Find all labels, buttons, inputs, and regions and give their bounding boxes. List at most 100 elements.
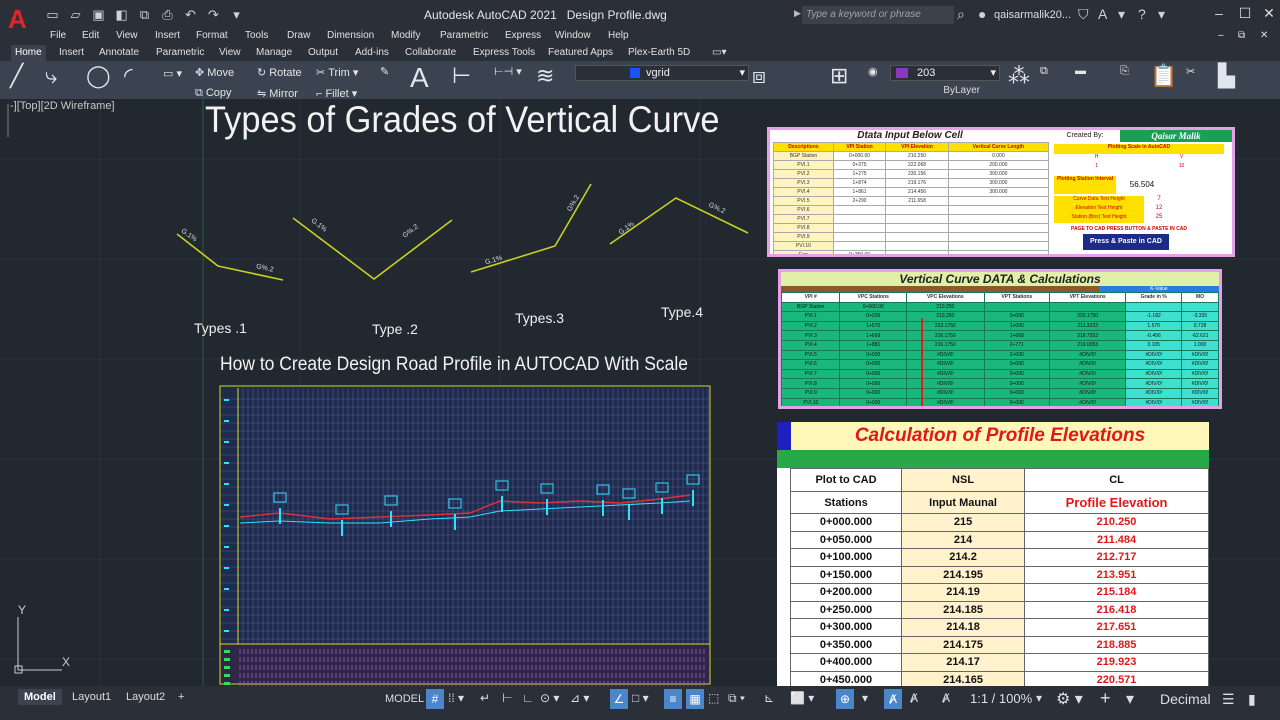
table-cell[interactable]: #DIV/0! (1181, 368, 1219, 380)
text-icon[interactable]: A (410, 62, 429, 94)
station-cell[interactable]: 0+250.000 (789, 600, 903, 619)
search-expand-icon[interactable]: ▶ (794, 8, 801, 19)
station-text-value[interactable]: 25 (1144, 214, 1174, 223)
table-cell[interactable]: 1+669 (839, 330, 908, 341)
table-cell[interactable] (1182, 408, 1219, 409)
station-cell[interactable]: 0+100.000 (789, 548, 903, 567)
table-cell[interactable]: 0.728 (1181, 320, 1219, 332)
tab-annotate[interactable]: Annotate (95, 45, 143, 61)
model-space-toggle[interactable]: MODEL (385, 693, 424, 705)
table-cell[interactable]: Eop (773, 250, 834, 254)
table-cell[interactable] (840, 408, 907, 409)
match-properties-icon[interactable]: ⊞ (830, 63, 848, 89)
osnap-icon[interactable]: □ ▾ (632, 691, 649, 705)
table-cell[interactable]: 210.250 (906, 301, 985, 313)
table-cell[interactable] (832, 223, 887, 233)
table-cell[interactable]: PVI.2 (773, 169, 834, 179)
table-cell[interactable]: -1.182 (1125, 311, 1183, 322)
table-cell[interactable]: 300.000 (947, 169, 1050, 179)
table-cell[interactable] (907, 408, 984, 409)
table-cell[interactable]: #DIV/0! (1125, 368, 1183, 380)
table-cell[interactable]: #DIV/0! (1048, 387, 1127, 399)
elevation-cell[interactable]: 217.651 (1024, 618, 1209, 637)
table-cell[interactable]: #DIV/0! (906, 397, 985, 406)
layer-dropdown[interactable]: vgrid ▾ (575, 65, 749, 81)
table-cell[interactable]: PVI.1 (773, 160, 834, 170)
add-layout-button[interactable]: + (172, 689, 190, 705)
group-icon[interactable]: ⁂ (1008, 63, 1030, 89)
elevation-cell[interactable]: 211.484 (1024, 530, 1209, 549)
elevation-cell[interactable]: 213.951 (1024, 565, 1209, 584)
table-cell[interactable]: 2+290 (832, 196, 887, 206)
table-cell[interactable]: PVI.9 (781, 387, 841, 399)
table-cell[interactable]: 0+375 (832, 160, 887, 170)
new-icon[interactable]: ▭ (44, 7, 61, 22)
table-cell[interactable]: #DIV/0! (906, 368, 985, 380)
table-cell[interactable]: 0+000 (983, 368, 1050, 380)
auto-scale-icon[interactable]: Ⱥ (910, 691, 918, 705)
table-cell[interactable]: 211.658 (885, 196, 949, 206)
elevation-cell[interactable]: 215.184 (1024, 583, 1209, 602)
workspace-icon[interactable]: ⚙ ▾ (1056, 689, 1083, 709)
table-cell[interactable]: #DIV/0! (906, 349, 985, 361)
table-cell[interactable] (885, 250, 949, 254)
drawing-canvas[interactable]: -][Top][2D Wireframe] Types of Grades of… (0, 99, 1280, 686)
table-cell[interactable]: 1+275 (832, 169, 887, 179)
menu-file[interactable]: File (50, 30, 66, 41)
selection-cycling-icon[interactable]: ⬚ (708, 691, 719, 705)
elev-text-value[interactable]: 12 (1144, 205, 1174, 214)
move-button[interactable]: ✥ Move (195, 66, 234, 79)
table-cell[interactable] (947, 241, 1050, 251)
table-cell[interactable]: 0.000 (947, 151, 1050, 161)
tab-model[interactable]: Model (18, 689, 62, 705)
table-cell[interactable]: PVI.1 (781, 311, 841, 322)
linear-dimension-icon[interactable]: ⊢⊣ ▾ (494, 65, 522, 78)
table-cell[interactable]: 0+000 (839, 397, 908, 406)
table-cell[interactable]: 0+200 (839, 311, 908, 322)
snap-icon[interactable]: ⁞⁞ ▾ (448, 691, 464, 705)
table-cell[interactable]: PVI.3 (781, 330, 841, 341)
annotation-scale-icon[interactable]: Ⱥ (942, 691, 950, 705)
maximize-icon[interactable]: ☐ (1234, 5, 1256, 22)
table-cell[interactable]: PVI.8 (781, 378, 841, 389)
menu-express[interactable]: Express (505, 30, 541, 41)
linetype-dropdown[interactable]: ByLayer (890, 85, 1000, 99)
table-cell[interactable]: #DIV/0! (1048, 349, 1127, 361)
menu-parametric[interactable]: Parametric (440, 30, 488, 41)
table-cell[interactable]: PVI.10 (773, 241, 834, 251)
open-icon[interactable]: ▱ (67, 7, 84, 22)
table-cell[interactable]: Eop Station (782, 408, 840, 409)
tab-layout1[interactable]: Layout1 (66, 689, 117, 705)
table-cell[interactable]: 1+570 (839, 320, 908, 332)
doc-close-icon[interactable]: ✕ (1260, 30, 1268, 41)
table-cell[interactable]: 0+000 (839, 368, 908, 380)
3d-osnap-icon[interactable]: ⧉ ▾ (728, 691, 745, 706)
scale-h-value[interactable]: 1 (1054, 163, 1139, 172)
autodesk-icon[interactable]: A (1098, 6, 1107, 22)
tab-layout2[interactable]: Layout2 (120, 689, 171, 705)
table-cell[interactable]: 219.176 (885, 178, 949, 188)
table-cell[interactable]: #DIV/0! (1181, 349, 1219, 361)
clipboard-icon[interactable]: ⎘ (1120, 65, 1129, 78)
station-cell[interactable]: 0+000.000 (789, 513, 903, 532)
table-cell[interactable]: #DIV/0! (906, 378, 985, 389)
search-icon[interactable]: ⌕ (957, 6, 965, 22)
table-cell[interactable]: 200.000 (947, 160, 1050, 170)
table-cell[interactable]: #DIV/0! (1125, 397, 1183, 406)
table-cell[interactable]: 216.1750 (906, 339, 985, 351)
table-cell[interactable]: PVI.9 (773, 232, 834, 242)
elevation-cell[interactable]: 218.885 (1024, 635, 1209, 654)
station-cell[interactable]: 0+200.000 (789, 583, 903, 602)
table-cell[interactable]: PVI.5 (773, 196, 834, 206)
table-cell[interactable]: 2+000 (983, 349, 1050, 361)
undo-icon[interactable]: ↶ (182, 7, 199, 22)
elevation-cell[interactable]: 220.571 (1024, 670, 1209, 686)
table-cell[interactable]: 211.3333 (1048, 320, 1127, 332)
object-snap-tracking-icon[interactable]: ∠ (610, 689, 628, 709)
measure-icon[interactable]: ▬ (1075, 65, 1086, 77)
table-cell[interactable] (885, 205, 949, 215)
nsl-cell[interactable]: 214.17 (901, 653, 1026, 672)
dynamic-input-icon[interactable]: ⊢ (502, 691, 512, 705)
elevation-cell[interactable]: 210.250 (1024, 513, 1209, 532)
group-edit-icon[interactable]: ⧉ (1040, 65, 1048, 78)
